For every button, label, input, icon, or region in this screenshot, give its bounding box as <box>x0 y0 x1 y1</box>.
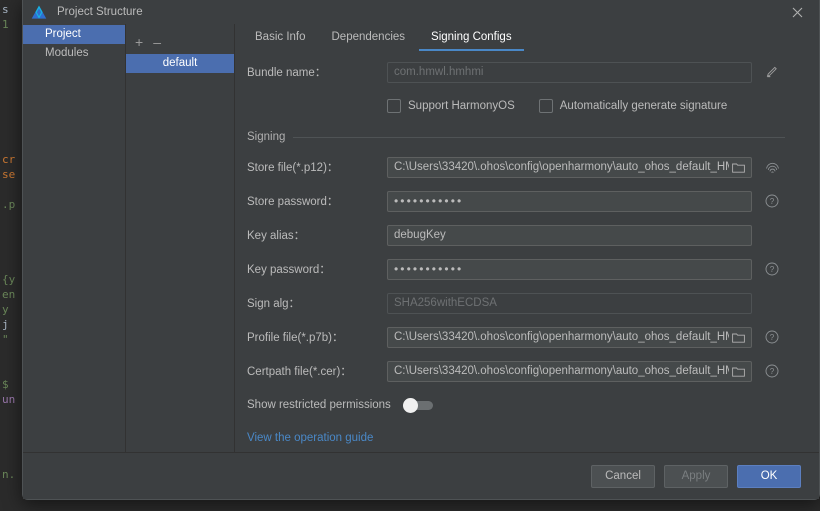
tab-signing-configs[interactable]: Signing Configs <box>419 31 524 51</box>
folder-icon[interactable] <box>732 332 745 343</box>
folder-icon[interactable] <box>732 366 745 377</box>
key-password-value: ••••••••••• <box>394 262 464 276</box>
signing-section-header: Signing <box>247 131 795 143</box>
tab-label: Basic Info <box>255 31 306 43</box>
tab-dependencies[interactable]: Dependencies <box>320 31 418 51</box>
profile-file-row: Profile file(*.p7b)： C:\Users\33420\.oho… <box>247 326 795 348</box>
cancel-button[interactable]: Cancel <box>591 464 655 488</box>
sidebar-item-project[interactable]: Project <box>23 25 125 44</box>
key-alias-label: Key alias： <box>247 230 306 242</box>
sidebar-item-label: Modules <box>45 47 89 59</box>
deveco-logo-icon <box>31 5 47 19</box>
help-icon[interactable]: ? <box>762 330 782 344</box>
store-file-value: C:\Users\33420\.ohos\config\openharmony\… <box>394 161 729 173</box>
profile-file-label: Profile file(*.p7b)： <box>247 332 344 344</box>
show-restricted-permissions-toggle[interactable] <box>402 397 433 413</box>
store-file-row: Store file(*.p12)： C:\Users\33420\.ohos\… <box>247 156 795 178</box>
tab-label: Signing Configs <box>431 31 512 43</box>
config-list-toolbar: + – <box>126 30 234 54</box>
tab-label: Dependencies <box>331 31 406 43</box>
sidebar: Project Modules <box>23 24 126 452</box>
list-item[interactable]: default <box>126 54 234 73</box>
signing-section-title: Signing <box>247 131 286 143</box>
add-config-button[interactable]: + <box>135 35 143 49</box>
profile-file-input[interactable]: C:\Users\33420\.ohos\config\openharmony\… <box>387 326 752 348</box>
config-list: default <box>126 54 234 452</box>
auto-generate-signature-label: Automatically generate signature <box>559 100 728 112</box>
svg-text:?: ? <box>770 367 775 376</box>
dialog-titlebar: Project Structure <box>23 0 819 24</box>
tab-basic-info[interactable]: Basic Info <box>243 31 318 51</box>
key-alias-input[interactable]: debugKey <box>387 224 752 246</box>
key-password-row: Key password： ••••••••••• ? <box>247 258 795 280</box>
remove-config-button[interactable]: – <box>153 35 161 49</box>
dialog-footer: Cancel Apply OK <box>23 452 819 499</box>
key-password-label: Key password： <box>247 264 331 276</box>
ok-button[interactable]: OK <box>737 464 801 488</box>
tab-bar: Basic Info Dependencies Signing Configs <box>235 24 819 51</box>
folder-icon[interactable] <box>732 162 745 173</box>
operation-guide-link[interactable]: View the operation guide <box>247 432 373 444</box>
support-harmonyos-checkbox[interactable] <box>387 99 401 113</box>
certpath-file-input[interactable]: C:\Users\33420\.ohos\config\openharmony\… <box>387 360 752 382</box>
store-password-input[interactable]: ••••••••••• <box>387 190 752 212</box>
svg-text:?: ? <box>770 265 775 274</box>
section-divider <box>293 136 785 138</box>
dialog-body: Project Modules + – default Basic Info D… <box>23 24 819 452</box>
bundle-name-value: com.hmwl.hmhmi <box>394 66 484 78</box>
sidebar-item-label: Project <box>45 28 81 40</box>
store-password-value: ••••••••••• <box>394 194 464 208</box>
sign-alg-input[interactable]: SHA256withECDSA <box>387 292 752 314</box>
sign-alg-label: Sign alg： <box>247 298 301 310</box>
application-window: s1 crse .p {yenyj" $un n. n. Project Str… <box>0 0 820 511</box>
bundle-name-label: Bundle name： <box>247 67 327 79</box>
store-password-label: Store password： <box>247 196 339 208</box>
help-icon[interactable]: ? <box>762 262 782 276</box>
sign-alg-value: SHA256withECDSA <box>394 297 497 309</box>
show-restricted-permissions-row: Show restricted permissions <box>247 394 795 416</box>
toggle-knob <box>402 397 418 413</box>
content-pane: Basic Info Dependencies Signing Configs … <box>235 24 819 452</box>
pencil-icon[interactable] <box>762 65 782 79</box>
checkbox-row: Support HarmonyOS Automatically generate… <box>247 95 795 117</box>
support-harmonyos-label: Support HarmonyOS <box>408 100 515 112</box>
auto-generate-signature-checkbox[interactable] <box>538 99 553 113</box>
signing-config-list-panel: + – default <box>126 24 235 452</box>
config-item-label: default <box>162 57 198 69</box>
sidebar-item-modules[interactable]: Modules <box>23 44 125 63</box>
key-password-input[interactable]: ••••••••••• <box>387 258 752 280</box>
sign-alg-row: Sign alg： SHA256withECDSA <box>247 292 795 314</box>
bundle-name-input[interactable]: com.hmwl.hmhmi <box>387 61 752 83</box>
help-icon[interactable]: ? <box>762 364 782 378</box>
apply-button[interactable]: Apply <box>664 464 728 488</box>
certpath-file-row: Certpath file(*.cer)： C:\Users\33420\.oh… <box>247 360 795 382</box>
close-icon[interactable] <box>775 0 819 24</box>
store-file-label: Store file(*.p12)： <box>247 162 339 174</box>
dialog-title: Project Structure <box>57 6 143 18</box>
store-password-row: Store password： ••••••••••• ? <box>247 190 795 212</box>
signing-configs-form: Bundle name： com.hmwl.hmhmi Support Harm… <box>235 51 819 452</box>
certpath-file-value: C:\Users\33420\.ohos\config\openharmony\… <box>394 365 729 377</box>
profile-file-value: C:\Users\33420\.ohos\config\openharmony\… <box>394 331 729 343</box>
key-alias-value: debugKey <box>394 229 446 241</box>
fingerprint-icon[interactable] <box>762 160 782 175</box>
project-structure-dialog: Project Structure Project Modules + – de… <box>22 0 820 500</box>
svg-text:?: ? <box>770 333 775 342</box>
certpath-file-label: Certpath file(*.cer)： <box>247 366 352 378</box>
store-file-input[interactable]: C:\Users\33420\.ohos\config\openharmony\… <box>387 156 752 178</box>
help-icon[interactable]: ? <box>762 194 782 208</box>
svg-text:?: ? <box>770 197 775 206</box>
show-restricted-permissions-label: Show restricted permissions <box>247 399 391 411</box>
bundle-name-row: Bundle name： com.hmwl.hmhmi <box>247 61 795 83</box>
key-alias-row: Key alias： debugKey <box>247 224 795 246</box>
